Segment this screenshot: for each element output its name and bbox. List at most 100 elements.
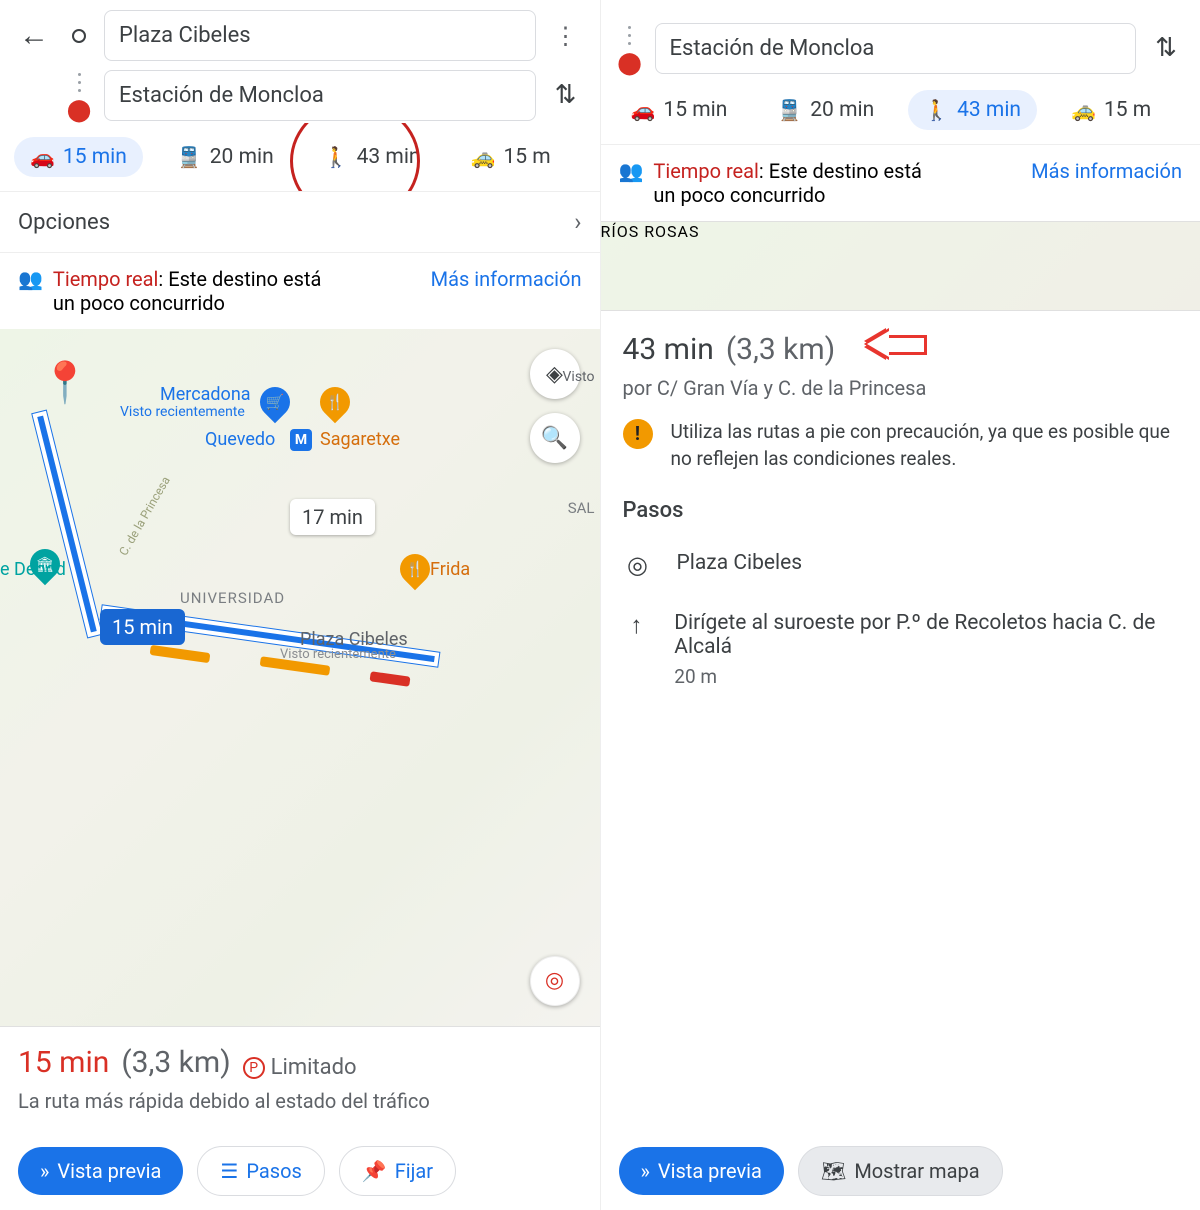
route-dots-icon xyxy=(628,26,631,45)
route-alt-time-badge: 17 min xyxy=(290,499,375,535)
map-label: Quevedo xyxy=(205,429,275,450)
chevrons-icon: » xyxy=(641,1159,650,1183)
map-label: UNIVERSIDAD xyxy=(180,589,285,607)
preview-button[interactable]: » Vista previa xyxy=(18,1147,183,1195)
realtime-row: 👥 Tiempo real: Este destino está un poco… xyxy=(0,253,600,329)
destination-input[interactable]: Estación de Moncloa xyxy=(104,70,536,121)
back-button[interactable] xyxy=(14,16,54,56)
search-map-button[interactable]: 🔍 xyxy=(530,413,580,463)
mode-walk-time: 43 min xyxy=(957,98,1021,122)
summary-time: 43 min xyxy=(623,332,714,367)
mode-walk-chip[interactable]: 🚶 43 min xyxy=(908,90,1037,130)
mode-car-chip[interactable]: 🚗 15 min xyxy=(14,137,143,177)
train-icon: 🚆 xyxy=(777,98,802,122)
parking-status: PLimitado xyxy=(243,1055,357,1080)
warning-text: Utiliza las rutas a pie con precaución, … xyxy=(671,419,1179,472)
people-icon: 👥 xyxy=(18,267,43,291)
mode-train-chip[interactable]: 🚆 20 min xyxy=(761,90,890,130)
summary-note: La ruta más rápida debido al estado del … xyxy=(18,1088,582,1114)
map-canvas[interactable]: 📍 15 min 17 min ◈ 🔍 ◎ 🛒 🍴 🍴 🏛 M Mercadon… xyxy=(0,329,600,1026)
left-panel: Plaza Cibeles ⬤ Estación de Moncloa 🚗 15… xyxy=(0,0,600,1210)
map-icon: 🗺 xyxy=(821,1159,846,1183)
step-distance: 20 m xyxy=(674,665,1178,688)
realtime-more-link[interactable]: Más información xyxy=(1031,159,1182,183)
mode-hail-time: 15 m xyxy=(1104,98,1151,122)
parking-icon: P xyxy=(243,1057,265,1079)
summary-time: 15 min xyxy=(18,1045,109,1080)
place-icon: ◎ xyxy=(623,551,653,579)
mode-hail-chip[interactable]: 🚕 15 m xyxy=(455,137,567,177)
my-location-button[interactable]: ◎ xyxy=(530,956,580,1006)
chevron-right-icon: › xyxy=(574,208,581,236)
step-text: Dirígete al suroeste por P.º de Recoleto… xyxy=(674,611,1178,659)
pin-button[interactable]: 📌 Fijar xyxy=(339,1146,456,1196)
swap-button[interactable] xyxy=(546,75,586,115)
poi-mercadona-icon[interactable]: 🛒 xyxy=(254,381,296,423)
map-label: Frida xyxy=(430,559,470,580)
walk-icon: 🚶 xyxy=(324,145,349,169)
route-time-badge: 15 min xyxy=(100,609,185,645)
steps-button[interactable]: ☰ Pasos xyxy=(197,1146,324,1196)
warning-icon: ! xyxy=(623,419,653,449)
poi-restaurant-icon[interactable]: 🍴 xyxy=(314,381,356,423)
overflow-menu-button[interactable] xyxy=(546,16,586,56)
right-panel: ⬤ Estación de Moncloa 🚗 15 min 🚆 20 min … xyxy=(600,0,1200,1210)
annotation-arrow xyxy=(867,329,927,359)
travel-mode-chips: 🚗 15 min 🚆 20 min 🚶 43 min 🚕 15 m xyxy=(601,76,1200,144)
mode-train-chip[interactable]: 🚆 20 min xyxy=(161,137,290,177)
hail-icon: 🚕 xyxy=(1071,98,1096,122)
map-label: Visto recientemente xyxy=(280,647,396,662)
mode-car-time: 15 min xyxy=(63,145,127,169)
summary-card: 15 min (3,3 km) PLimitado La ruta más rá… xyxy=(0,1026,600,1133)
realtime-label: Tiempo real xyxy=(53,267,158,291)
preview-button[interactable]: » Vista previa xyxy=(619,1147,784,1195)
travel-mode-chips: 🚗 15 min 🚆 20 min 🚶 43 min 🚕 15 m xyxy=(0,123,600,191)
origin-dot-icon xyxy=(72,29,86,43)
destination-pin-icon: ⬤ xyxy=(67,98,92,123)
summary-distance: (3,3 km) xyxy=(726,332,835,367)
summary-line: 43 min (3,3 km) xyxy=(623,329,1179,367)
map-label: Visto xyxy=(563,369,595,385)
mode-walk-chip[interactable]: 🚶 43 min xyxy=(308,137,437,177)
car-icon: 🚗 xyxy=(631,98,656,122)
list-icon: ☰ xyxy=(220,1159,238,1183)
mode-walk-time: 43 min xyxy=(357,145,421,169)
summary-distance: (3,3 km) xyxy=(121,1045,230,1080)
route-dots-icon xyxy=(78,73,81,92)
destination-pin-icon: ⬤ xyxy=(617,51,642,76)
arrow-up-icon: ↑ xyxy=(623,611,651,640)
chevrons-icon: » xyxy=(40,1159,49,1183)
show-map-button[interactable]: 🗺 Mostrar mapa xyxy=(798,1146,1003,1196)
step-text: Plaza Cibeles xyxy=(677,551,803,575)
origin-input[interactable]: Plaza Cibeles xyxy=(104,10,536,61)
mode-train-time: 20 min xyxy=(210,145,274,169)
metro-quevedo-icon[interactable]: M xyxy=(290,429,312,451)
mode-train-time: 20 min xyxy=(810,98,874,122)
destination-marker-icon: 📍 xyxy=(40,359,90,406)
options-label: Opciones xyxy=(18,210,110,235)
realtime-row: 👥 Tiempo real: Este destino está un poco… xyxy=(601,144,1200,221)
details-panel: 43 min (3,3 km) por C/ Gran Vía y C. de … xyxy=(601,311,1200,1132)
step-item[interactable]: ↑ Dirígete al suroeste por P.º de Recole… xyxy=(623,595,1179,704)
destination-row: ⬤ Estación de Moncloa xyxy=(0,61,600,123)
route-segment xyxy=(32,411,101,638)
step-item[interactable]: ◎ Plaza Cibeles xyxy=(623,535,1179,595)
map-label: SAL xyxy=(568,499,595,517)
mode-hail-time: 15 m xyxy=(503,145,550,169)
map-strip[interactable]: RÍOS ROSAS xyxy=(601,221,1200,311)
realtime-more-link[interactable]: Más información xyxy=(431,267,582,291)
swap-button[interactable] xyxy=(1146,28,1186,68)
destination-row: ⬤ Estación de Moncloa xyxy=(601,0,1200,76)
map-label: RÍOS ROSAS xyxy=(601,222,700,241)
map-label: C. de la Princesa xyxy=(116,474,173,558)
walk-warning: ! Utiliza las rutas a pie con precaución… xyxy=(623,401,1179,490)
hail-icon: 🚕 xyxy=(471,145,496,169)
map-label: e Debod xyxy=(0,559,66,580)
destination-input[interactable]: Estación de Moncloa xyxy=(655,23,1137,74)
walk-icon: 🚶 xyxy=(924,98,949,122)
mode-hail-chip[interactable]: 🚕 15 m xyxy=(1055,90,1167,130)
summary-line: 15 min (3,3 km) PLimitado xyxy=(18,1045,582,1081)
people-icon: 👥 xyxy=(619,159,644,183)
mode-car-chip[interactable]: 🚗 15 min xyxy=(615,90,744,130)
options-row[interactable]: Opciones › xyxy=(0,191,600,253)
